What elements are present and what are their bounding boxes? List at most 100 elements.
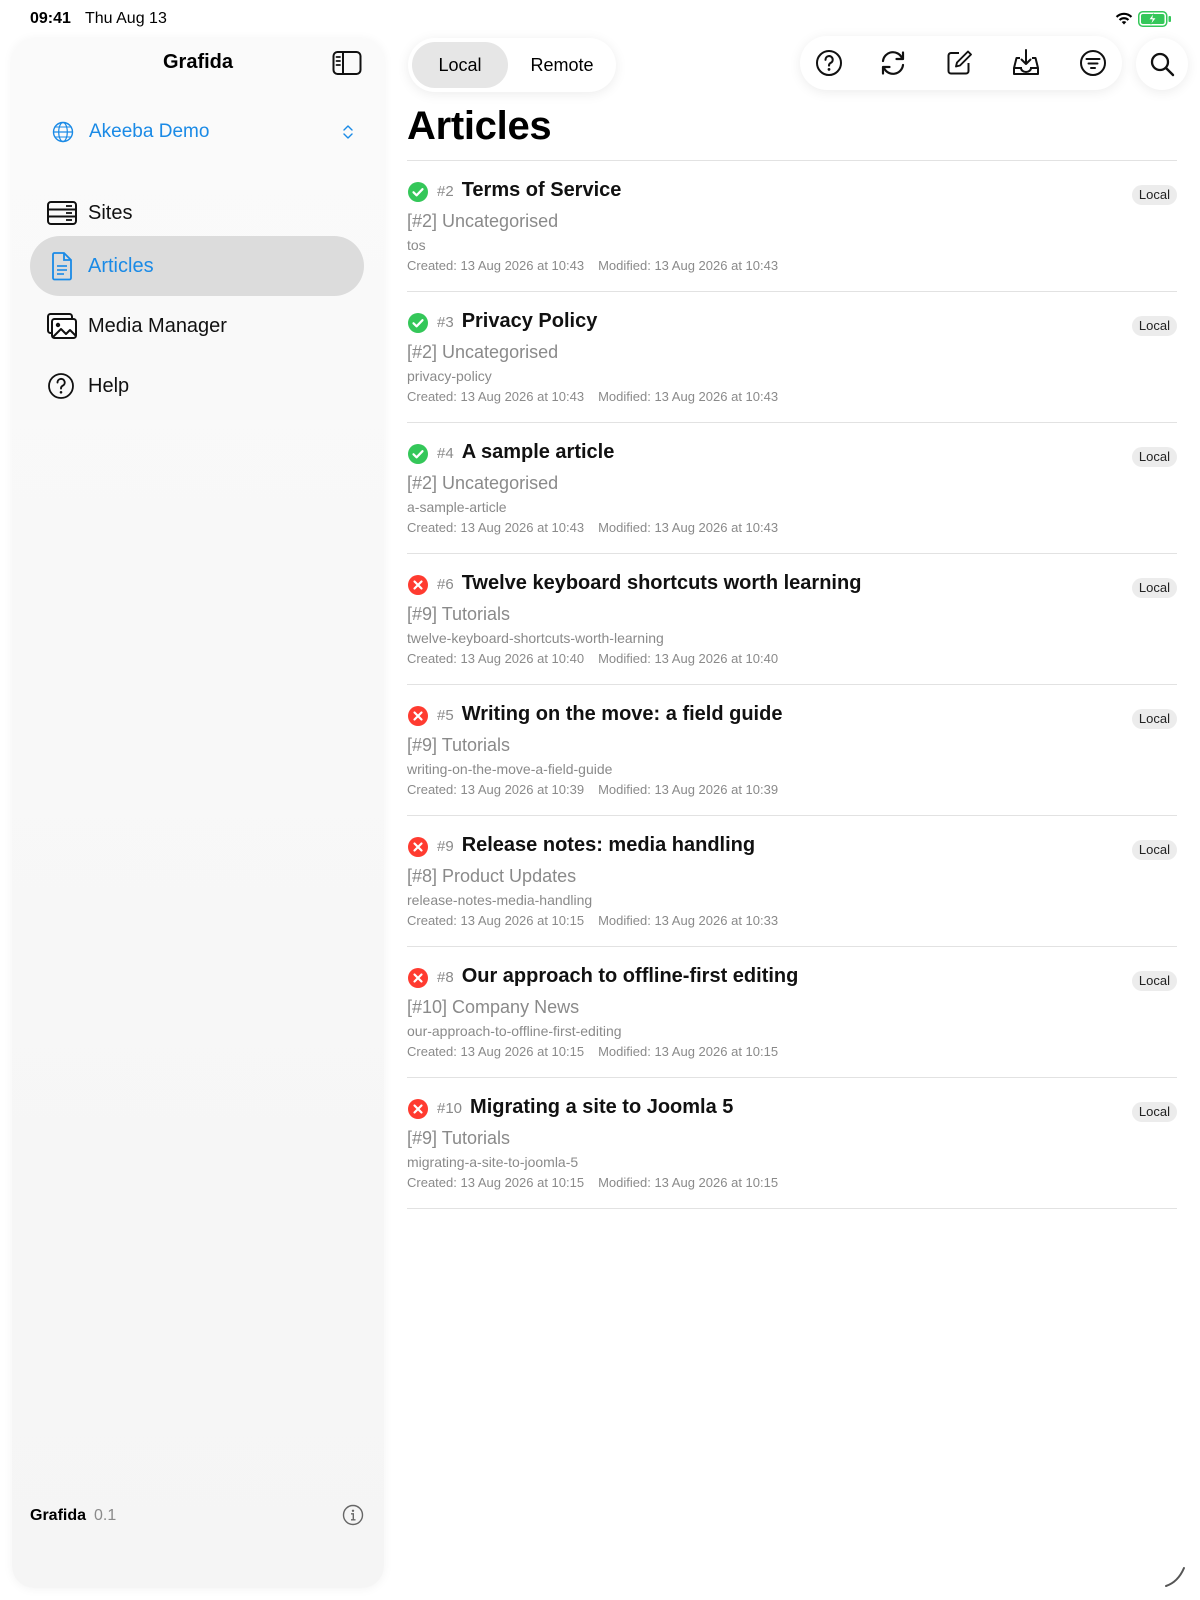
filter-icon[interactable] xyxy=(1078,48,1108,78)
article-dates: Created: 13 Aug 2026 at 10:39 Modified: 1… xyxy=(407,782,778,797)
article-heading: #4 A sample article xyxy=(437,441,614,464)
article-heading: #6 Twelve keyboard shortcuts worth learni… xyxy=(437,572,861,595)
article-row[interactable]: #5 Writing on the move: a field guide [#9]… xyxy=(407,685,1177,816)
article-title: A sample article xyxy=(461,441,615,463)
sidebar-item-media-manager[interactable]: Media Manager xyxy=(30,296,364,356)
article-alias: our-approach-to-offline-first-editing xyxy=(407,1023,622,1039)
article-dates: Created: 13 Aug 2026 at 10:40 Modified: 1… xyxy=(407,651,778,666)
unpublished-x-icon xyxy=(408,706,428,726)
resize-handle-icon[interactable] xyxy=(1160,1560,1190,1590)
article-created: Created: 13 Aug 2026 at 10:43 xyxy=(407,258,585,273)
article-created: Created: 13 Aug 2026 at 10:15 xyxy=(407,1044,585,1059)
sidebar-item-label: Help xyxy=(88,374,130,397)
article-modified: Modified: 13 Aug 2026 at 10:33 xyxy=(598,913,779,928)
article-dates: Created: 13 Aug 2026 at 10:43 Modified: 1… xyxy=(407,520,778,535)
article-modified: Modified: 13 Aug 2026 at 10:43 xyxy=(598,520,779,535)
help-icon[interactable] xyxy=(814,48,844,78)
location-badge: Local xyxy=(1131,1102,1177,1122)
sidebar-item-label: Sites xyxy=(88,201,133,224)
article-modified: Modified: 13 Aug 2026 at 10:39 xyxy=(598,782,779,797)
article-row[interactable]: #2 Terms of Service [#2] Uncategorised tos C… xyxy=(407,161,1177,292)
article-heading: #2 Terms of Service xyxy=(437,179,621,202)
article-modified: Modified: 13 Aug 2026 at 10:15 xyxy=(598,1044,779,1059)
sidebar-title: Grafida xyxy=(162,51,234,73)
article-modified: Modified: 13 Aug 2026 at 10:43 xyxy=(598,258,779,273)
location-badge: Local xyxy=(1131,840,1177,860)
article-id: #5 xyxy=(437,707,454,724)
article-created: Created: 13 Aug 2026 at 10:43 xyxy=(407,520,585,535)
article-created: Created: 13 Aug 2026 at 10:39 xyxy=(407,782,585,797)
published-check-icon xyxy=(408,444,428,464)
article-title: Migrating a site to Joomla 5 xyxy=(470,1096,734,1118)
articles-list: #2 Terms of Service [#2] Uncategorised tos C… xyxy=(407,160,1177,1209)
article-row[interactable]: #3 Privacy Policy [#2] Uncategorised privac… xyxy=(407,292,1177,423)
article-category: [#2] Uncategorised xyxy=(407,342,559,362)
sidebar-toggle-icon[interactable] xyxy=(332,50,362,76)
status-time: 09:41 xyxy=(30,10,71,27)
article-row[interactable]: #9 Release notes: media handling [#8] Prod… xyxy=(407,816,1177,947)
article-id: #3 xyxy=(437,314,454,331)
info-icon[interactable] xyxy=(342,1504,364,1526)
location-badge: Local xyxy=(1131,316,1177,336)
article-alias: writing-on-the-move-a-field-guide xyxy=(407,761,613,777)
sidebar-item-label: Articles xyxy=(88,254,154,277)
article-alias: migrating-a-site-to-joomla-5 xyxy=(407,1154,579,1170)
article-created: Created: 13 Aug 2026 at 10:15 xyxy=(407,913,585,928)
article-alias: twelve-keyboard-shortcuts-worth-learning xyxy=(407,630,664,646)
article-dates: Created: 13 Aug 2026 at 10:15 Modified: 1… xyxy=(407,913,778,928)
globe-icon xyxy=(52,121,74,143)
sidebar-item-help[interactable]: Help xyxy=(30,356,364,416)
article-category: [#9] Tutorials xyxy=(407,1128,511,1148)
chevron-up-down-icon xyxy=(343,125,353,139)
article-heading: #5 Writing on the move: a field guide xyxy=(437,703,782,726)
article-row[interactable]: #6 Twelve keyboard shortcuts worth learni… xyxy=(407,554,1177,685)
article-dates: Created: 13 Aug 2026 at 10:15 Modified: 1… xyxy=(407,1044,778,1059)
download-tray-icon[interactable] xyxy=(1011,48,1041,78)
battery-charging-icon xyxy=(1138,11,1171,27)
status-bar: 09:41 Thu Aug 13 xyxy=(0,0,1200,36)
article-id: #10 xyxy=(437,1100,463,1117)
article-created: Created: 13 Aug 2026 at 10:43 xyxy=(407,389,585,404)
site-name: Akeeba Demo xyxy=(89,121,210,142)
article-title: Writing on the move: a field guide xyxy=(461,703,783,725)
search-button[interactable] xyxy=(1136,38,1188,90)
article-heading: #9 Release notes: media handling xyxy=(437,834,755,857)
app-version: 0.1 xyxy=(94,1507,117,1524)
sync-icon[interactable] xyxy=(878,48,908,78)
article-row[interactable]: #4 A sample article [#2] Uncategorised a-sa… xyxy=(407,423,1177,554)
article-category: [#2] Uncategorised xyxy=(407,473,559,493)
published-check-icon xyxy=(408,182,428,202)
sidebar-item-articles[interactable]: Articles xyxy=(30,236,364,296)
sidebar-item-sites[interactable]: Sites xyxy=(30,183,364,243)
location-badge: Local xyxy=(1131,578,1177,598)
compose-icon[interactable] xyxy=(944,48,974,78)
article-alias: privacy-policy xyxy=(407,368,492,384)
segment-remote[interactable]: Remote xyxy=(512,42,612,88)
article-row[interactable]: #10 Migrating a site to Joomla 5 [#9] Tuto… xyxy=(407,1078,1177,1209)
article-alias: tos xyxy=(407,237,426,253)
wifi-icon xyxy=(1115,12,1133,25)
location-badge: Local xyxy=(1131,971,1177,991)
article-title: Our approach to offline-first editing xyxy=(461,965,799,987)
article-id: #8 xyxy=(437,969,454,986)
article-title: Release notes: media handling xyxy=(461,834,756,856)
unpublished-x-icon xyxy=(408,1099,428,1119)
article-dates: Created: 13 Aug 2026 at 10:43 Modified: 1… xyxy=(407,258,778,273)
segment-local[interactable]: Local xyxy=(412,42,508,88)
article-heading: #8 Our approach to offline-first editing xyxy=(437,965,798,988)
server-icon xyxy=(47,201,77,225)
article-alias: release-notes-media-handling xyxy=(407,892,593,908)
site-picker[interactable]: Akeeba Demo xyxy=(52,116,362,148)
article-title: Privacy Policy xyxy=(461,310,598,332)
article-modified: Modified: 13 Aug 2026 at 10:15 xyxy=(598,1175,779,1190)
sidebar: Grafida Akeeba Demo Sites Articles Media… xyxy=(12,38,384,1588)
photos-icon xyxy=(47,313,77,339)
page-title: Articles xyxy=(407,104,552,148)
article-category: [#8] Product Updates xyxy=(407,866,577,886)
article-title: Twelve keyboard shortcuts worth learning xyxy=(461,572,862,594)
article-heading: #3 Privacy Policy xyxy=(437,310,597,333)
article-row[interactable]: #8 Our approach to offline-first editing [… xyxy=(407,947,1177,1078)
question-circle-icon xyxy=(48,373,74,399)
location-badge: Local xyxy=(1131,185,1177,205)
article-title: Terms of Service xyxy=(461,179,622,201)
